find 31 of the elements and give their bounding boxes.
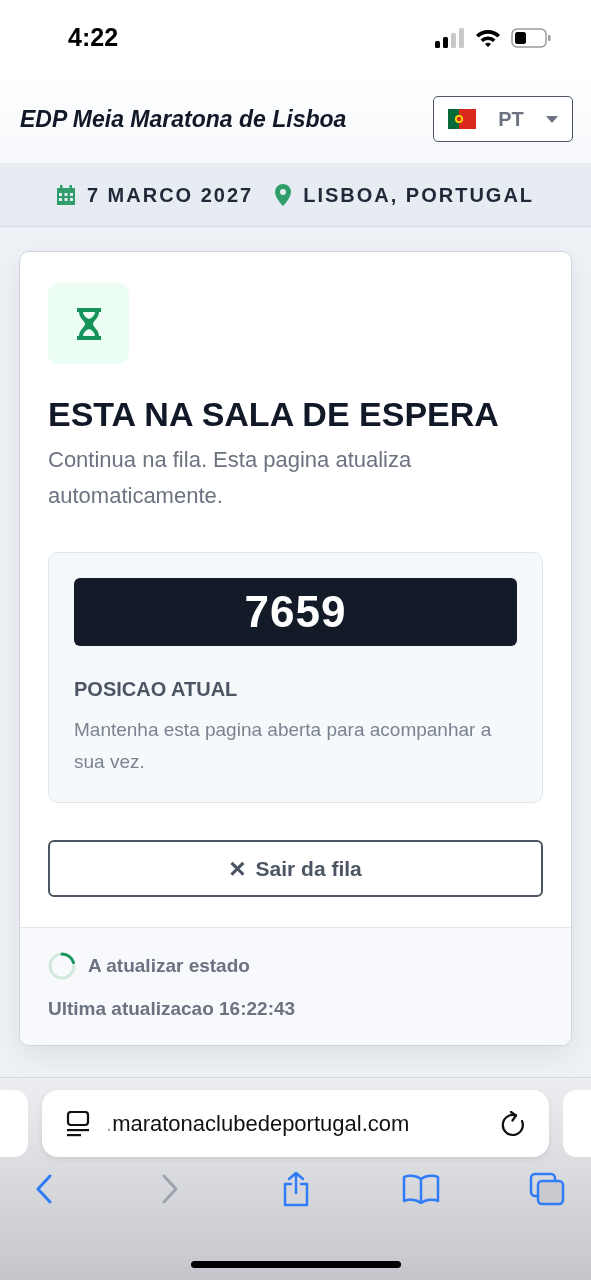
battery-icon	[511, 27, 551, 48]
refresh-status: A atualizar estado	[88, 954, 250, 978]
position-hint: Mantenha esta pagina aberta para acompanhar a sua vez.	[74, 718, 493, 774]
forward-icon	[160, 1174, 179, 1204]
event-location: LISBOA, PORTUGAL	[303, 182, 535, 208]
waiting-title: ESTA NA SALA DE ESPERA	[48, 394, 500, 434]
waiting-subtitle: Continua na fila. Esta pagina atualiza automaticamente.	[48, 446, 413, 510]
close-icon: ×	[229, 854, 246, 883]
signal-icon	[435, 27, 465, 48]
site-title: EDP Meia Maratona de Lisboa	[20, 104, 347, 134]
back-icon	[35, 1174, 53, 1204]
status-time: 4:22	[68, 21, 119, 53]
leave-queue-button[interactable]: × Sair da fila	[48, 840, 543, 897]
tabs-icon	[529, 1172, 565, 1206]
event-date: 7 MARCO 2027	[86, 182, 254, 208]
position-number: 7659	[74, 578, 517, 646]
address-bar[interactable]: .maratonaclubedeportugal.com	[42, 1090, 549, 1157]
wifi-icon	[475, 27, 501, 48]
caret-icon	[546, 115, 558, 123]
calendar-icon	[56, 184, 75, 205]
location-pin-icon	[275, 183, 292, 206]
position-label: POSICAO ATUAL	[74, 677, 239, 702]
language-select[interactable]: PT	[433, 96, 573, 142]
flag-icon	[448, 109, 476, 129]
hourglass-icon	[76, 307, 101, 340]
last-update: Ultima atualizacao 16:22:43	[48, 996, 297, 1021]
page-menu-icon	[66, 1110, 90, 1137]
book-icon	[402, 1174, 441, 1204]
reload-icon[interactable]	[501, 1110, 525, 1137]
loading-spinner-icon	[48, 952, 76, 981]
url-text: .maratonaclubedeportugal.com	[106, 1110, 411, 1138]
